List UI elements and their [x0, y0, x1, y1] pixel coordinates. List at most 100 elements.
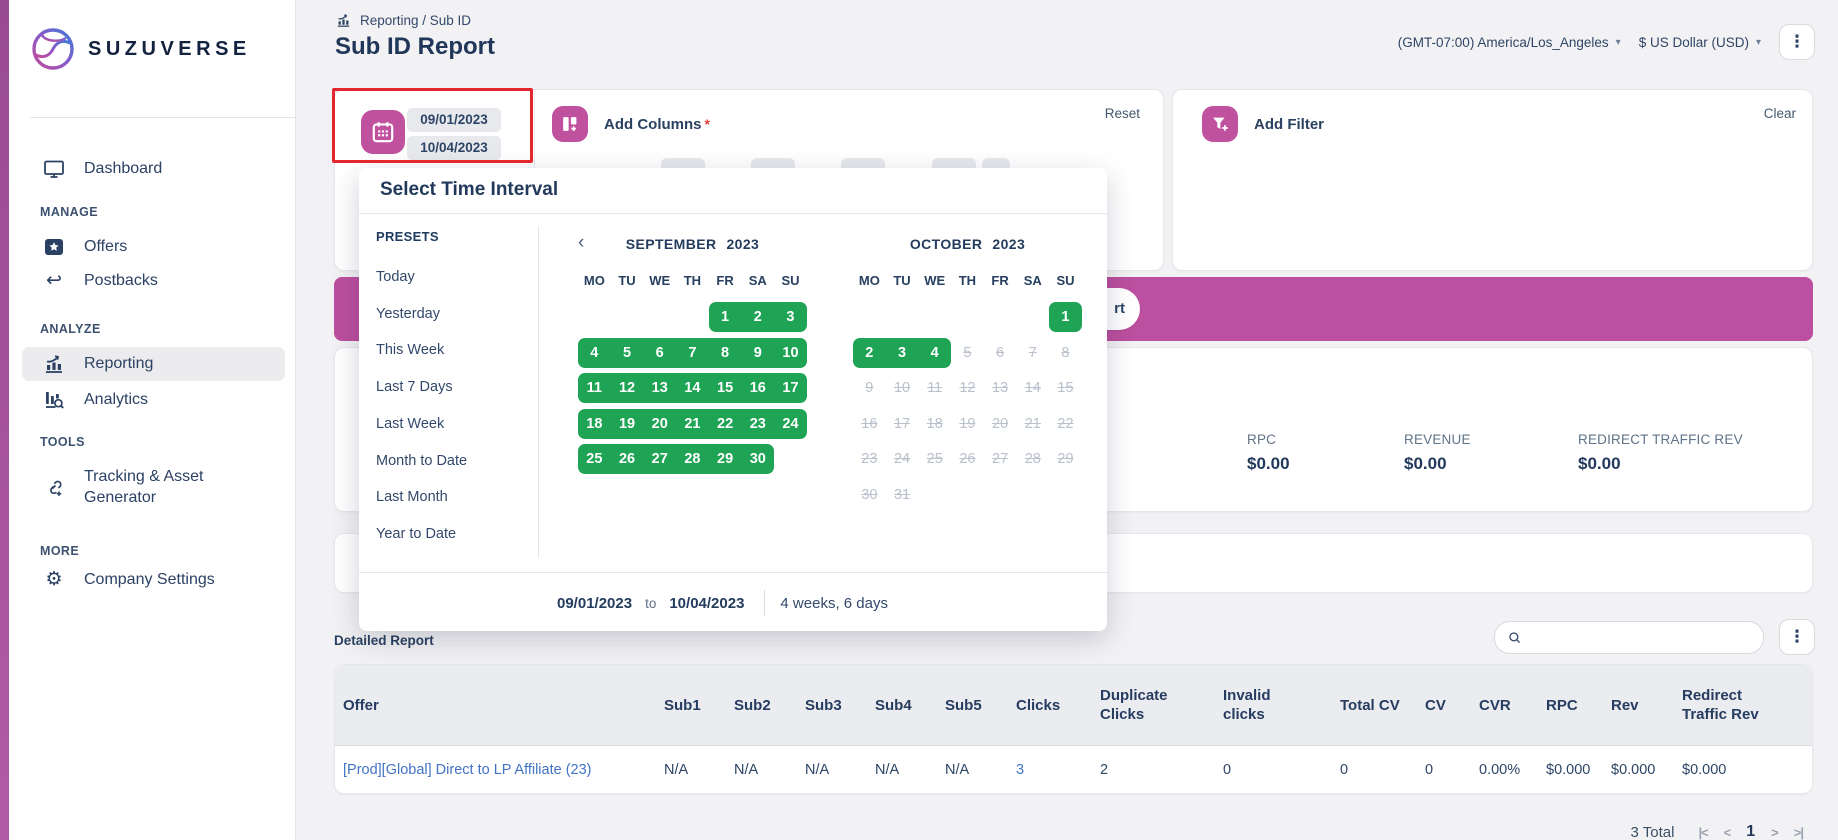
column-header-rev[interactable]: Rev [1611, 696, 1682, 715]
day-23[interactable]: 23 [741, 409, 774, 439]
day-24[interactable]: 24 [774, 409, 807, 439]
search-input[interactable] [1529, 623, 1753, 651]
reporting-icon [42, 352, 66, 376]
day-22[interactable]: 22 [709, 409, 742, 439]
last-page-icon[interactable]: >| [1794, 825, 1803, 840]
timezone-selector[interactable]: (GMT-07:00) America/Los_Angeles ▾ [1398, 35, 1621, 50]
sidebar: SUZUVERSE Dashboard MANAGE Offers↩Postback… [0, 0, 296, 840]
day-18[interactable]: 18 [578, 409, 611, 439]
day-8[interactable]: 8 [709, 338, 742, 368]
day-1[interactable]: 1 [709, 302, 742, 332]
day-17[interactable]: 17 [774, 373, 807, 403]
column-header-offer[interactable]: Offer [343, 696, 664, 715]
day-27[interactable]: 27 [643, 444, 676, 474]
day-11[interactable]: 11 [578, 373, 611, 403]
day-6[interactable]: 6 [643, 338, 676, 368]
day-16[interactable]: 16 [741, 373, 774, 403]
column-header-invalid-clicks[interactable]: Invalid clicks [1223, 686, 1340, 724]
column-header-sub5[interactable]: Sub5 [945, 696, 1016, 715]
sidebar-item-analytics[interactable]: Analytics [0, 383, 295, 417]
column-header-duplicate-clicks[interactable]: Duplicate Clicks [1100, 686, 1223, 724]
day-26[interactable]: 26 [611, 444, 644, 474]
clear-button[interactable]: Clear [1764, 106, 1796, 121]
sidebar-item-dashboard[interactable]: Dashboard [0, 152, 295, 186]
preset-month-to-date[interactable]: Month to Date [376, 453, 467, 471]
sidebar-item-company-settings[interactable]: ⚙Company Settings [0, 563, 295, 597]
currency-selector[interactable]: $ US Dollar (USD) ▾ [1639, 35, 1761, 50]
weekday-label: MO [578, 273, 611, 288]
offer-link[interactable]: [Prod][Global] Direct to LP Affiliate (2… [343, 762, 664, 778]
preset-last-month[interactable]: Last Month [376, 489, 448, 507]
sidebar-item-tracking-asset-generator[interactable]: Tracking & Asset Generator [0, 461, 295, 513]
day-3[interactable]: 3 [886, 338, 919, 368]
column-header-rpc[interactable]: RPC [1546, 696, 1611, 715]
day-19[interactable]: 19 [611, 409, 644, 439]
prev-page-icon[interactable]: < [1724, 825, 1731, 840]
day-5[interactable]: 5 [611, 338, 644, 368]
day-4[interactable]: 4 [918, 338, 951, 368]
table-kebab-menu-button[interactable]: ⋮ [1779, 619, 1815, 655]
sidebar-item-reporting[interactable]: Reporting [22, 347, 285, 381]
brand-logo[interactable]: SUZUVERSE [30, 26, 251, 72]
day-15[interactable]: 15 [709, 373, 742, 403]
date-range-button[interactable] [361, 110, 405, 154]
preset-last-7-days[interactable]: Last 7 Days [376, 379, 453, 397]
day-30[interactable]: 30 [741, 444, 774, 474]
preset-this-week[interactable]: This Week [376, 342, 444, 360]
sidebar-item-offers[interactable]: Offers [0, 230, 295, 264]
weekday-label: SU [1049, 273, 1082, 288]
column-header-total-cv[interactable]: Total CV [1340, 696, 1425, 715]
add-columns-button[interactable]: Add Columns* [552, 106, 710, 142]
day-12[interactable]: 12 [611, 373, 644, 403]
date-end-value[interactable]: 10/04/2023 [407, 136, 501, 160]
day-28[interactable]: 28 [676, 444, 709, 474]
day-20[interactable]: 20 [643, 409, 676, 439]
preset-today[interactable]: Today [376, 269, 415, 287]
column-header-cv[interactable]: CV [1425, 696, 1479, 715]
column-header-sub3[interactable]: Sub3 [805, 696, 875, 715]
cell-sub4: N/A [875, 762, 945, 778]
week-row: 16171819202122 [853, 409, 1082, 439]
day-9[interactable]: 9 [741, 338, 774, 368]
day-13[interactable]: 13 [643, 373, 676, 403]
first-page-icon[interactable]: |< [1698, 825, 1707, 840]
preset-yesterday[interactable]: Yesterday [376, 306, 440, 324]
day-19: 19 [951, 409, 984, 439]
column-header-sub2[interactable]: Sub2 [734, 696, 805, 715]
day-25[interactable]: 25 [578, 444, 611, 474]
day-2[interactable]: 2 [741, 302, 774, 332]
reset-button[interactable]: Reset [1105, 106, 1140, 121]
day-10[interactable]: 10 [774, 338, 807, 368]
column-header-clicks[interactable]: Clicks [1016, 696, 1100, 715]
preset-last-week[interactable]: Last Week [376, 416, 444, 434]
column-header-cvr[interactable]: CVR [1479, 696, 1546, 715]
stat-value: $0.00 [1247, 454, 1290, 474]
date-start-value[interactable]: 09/01/2023 [407, 108, 501, 132]
current-page: 1 [1746, 823, 1755, 840]
day-1[interactable]: 1 [1049, 302, 1082, 332]
weekday-label: TH [676, 273, 709, 288]
column-header-sub4[interactable]: Sub4 [875, 696, 945, 715]
stat-rpc: RPC$0.00 [1247, 432, 1290, 474]
sidebar-section-title: MANAGE [0, 204, 295, 220]
day-4[interactable]: 4 [578, 338, 611, 368]
cell-redirect-traffic-rev: $0.000 [1682, 762, 1806, 778]
column-header-redirect-traffic-rev[interactable]: Redirect Traffic Rev [1682, 686, 1806, 724]
day-2[interactable]: 2 [853, 338, 886, 368]
add-filter-button[interactable]: Add Filter [1202, 106, 1324, 142]
column-header-sub1[interactable]: Sub1 [664, 696, 734, 715]
sidebar-item-postbacks[interactable]: ↩Postbacks [0, 264, 295, 298]
day-7[interactable]: 7 [676, 338, 709, 368]
day-3[interactable]: 3 [774, 302, 807, 332]
cell-clicks[interactable]: 3 [1016, 762, 1100, 778]
preset-year-to-date[interactable]: Year to Date [376, 526, 456, 544]
next-page-icon[interactable]: > [1771, 825, 1778, 840]
day-21[interactable]: 21 [676, 409, 709, 439]
breadcrumb[interactable]: Reporting / Sub ID [335, 12, 471, 29]
day-29[interactable]: 29 [709, 444, 742, 474]
day-14[interactable]: 14 [676, 373, 709, 403]
weekday-label: SA [741, 273, 774, 288]
header-kebab-menu-button[interactable]: ⋮ [1779, 24, 1815, 60]
day-24: 24 [886, 444, 919, 474]
day-6: 6 [984, 338, 1017, 368]
